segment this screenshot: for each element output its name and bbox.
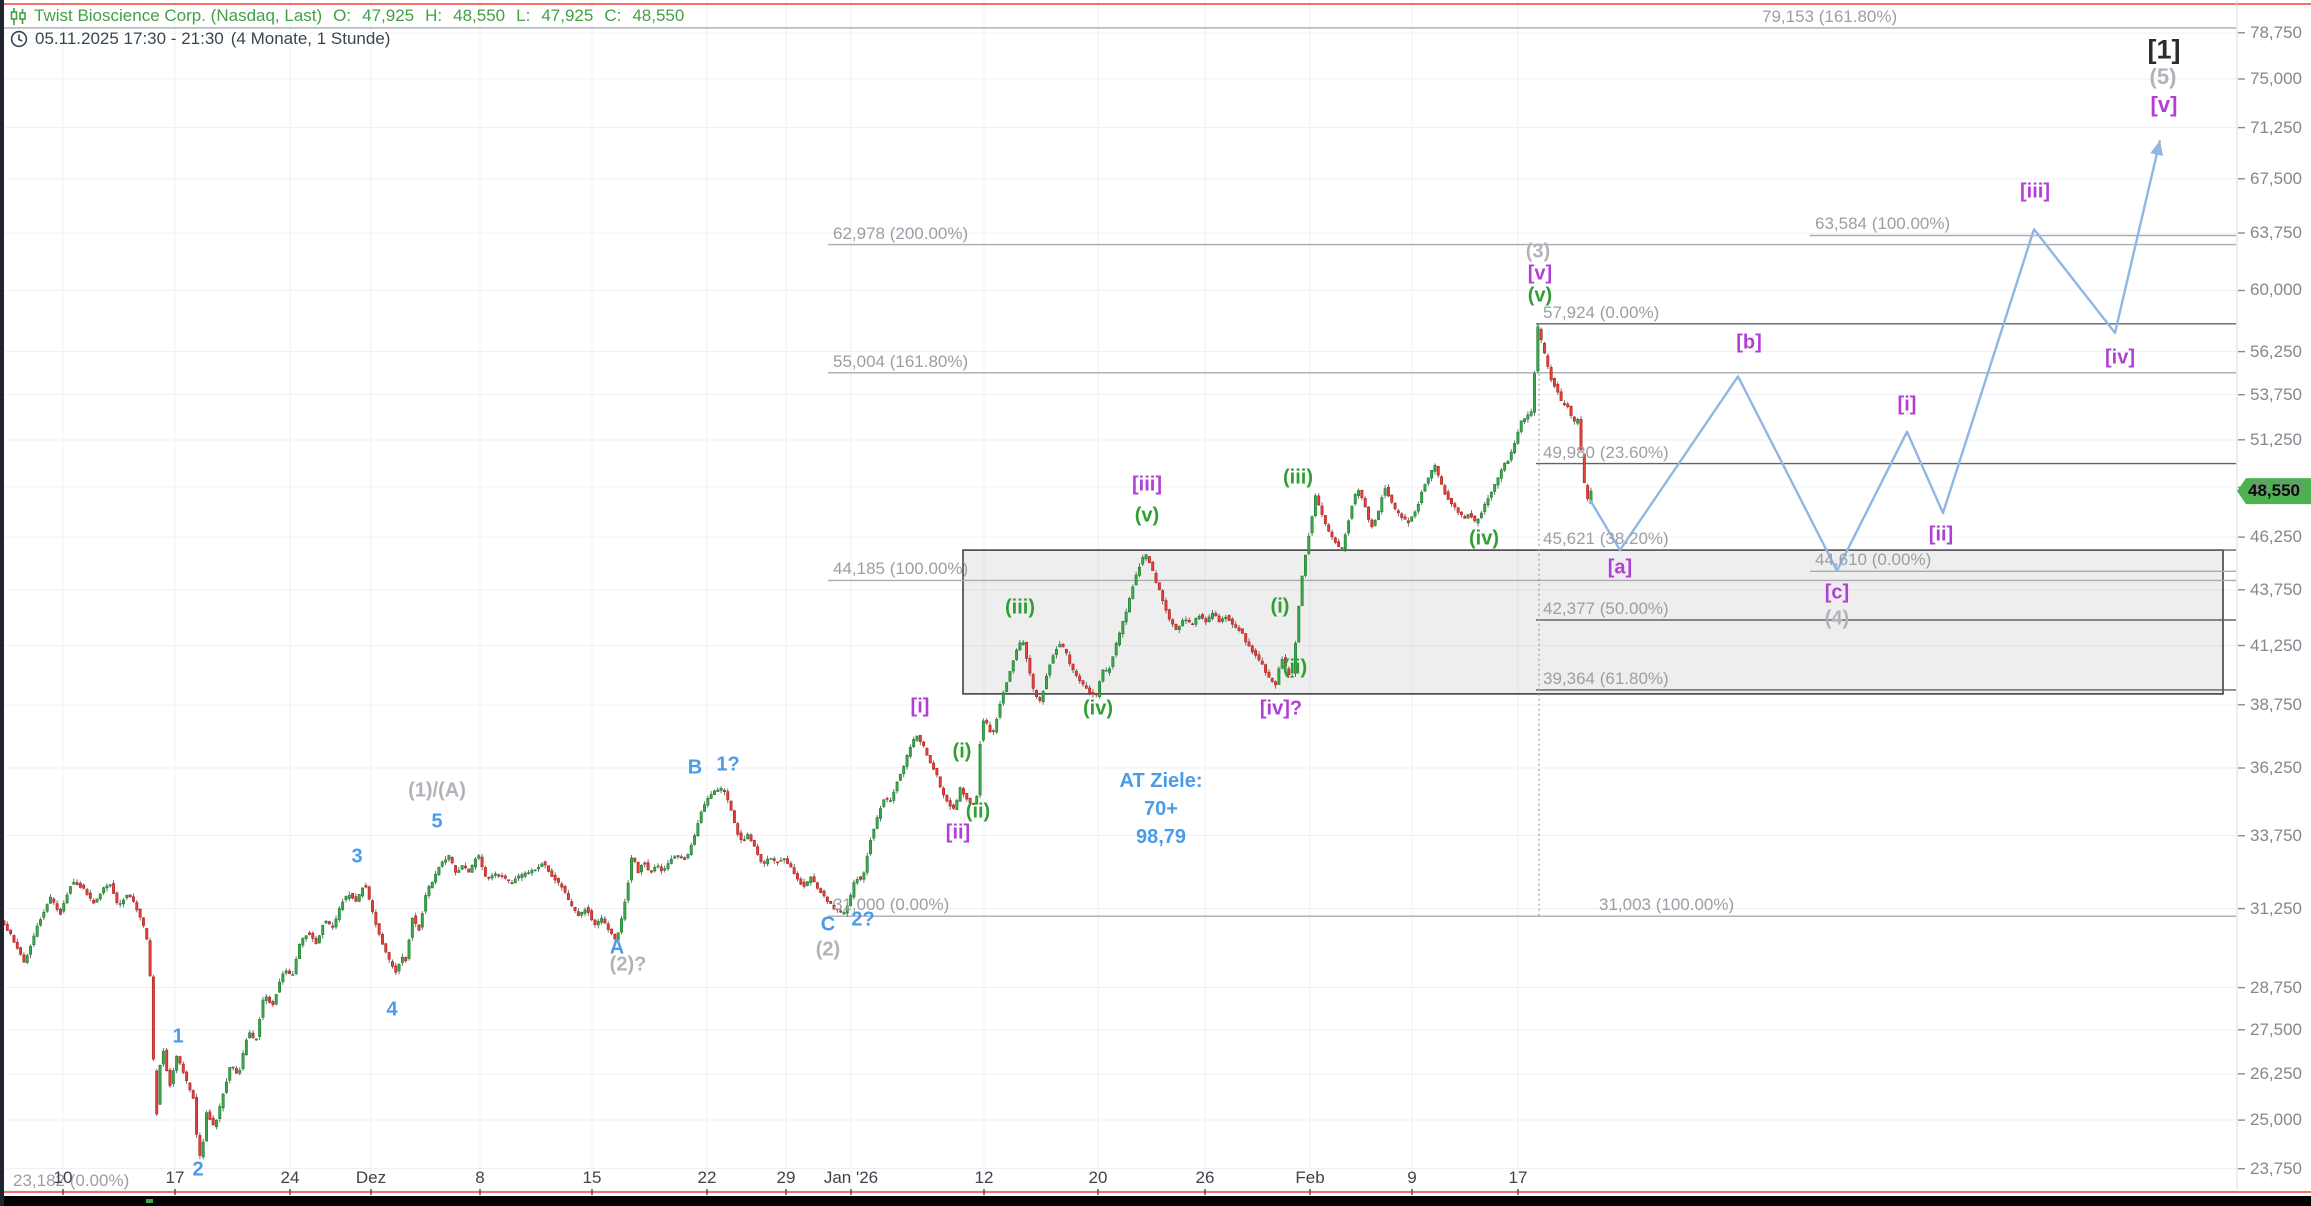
chart-datetime: 05.11.2025 17:30 - 21:30 xyxy=(35,29,224,49)
ohlc-open: 47,925 xyxy=(362,6,414,26)
scrollbar-marker xyxy=(146,1199,153,1203)
clock-icon xyxy=(10,30,28,48)
ohlc-high: 48,550 xyxy=(453,6,505,26)
last-price-badge-value: 48,550 xyxy=(2248,481,2300,501)
chart-range: (4 Monate, 1 Stunde) xyxy=(231,29,391,49)
bottom-scrollbar[interactable] xyxy=(0,1196,2311,1206)
symbol-header[interactable]: Twist Bioscience Corp. (Nasdaq, Last) O:… xyxy=(10,6,688,26)
target-note-line1: AT Ziele: xyxy=(1120,767,1203,795)
chart-root: 62,978 (200.00%)55,004 (161.80%)44,185 (… xyxy=(0,0,2311,1206)
ohlc-close-label: C: xyxy=(604,6,621,26)
projection-arrowhead xyxy=(2150,140,2163,156)
top-border-line xyxy=(0,3,2311,5)
left-edge-strip xyxy=(0,0,4,1206)
ohlc-low-label: L: xyxy=(516,6,530,26)
wave-projection-line[interactable] xyxy=(1590,140,2160,570)
ohlc-high-label: H: xyxy=(425,6,442,26)
target-note-line3: 98,79 xyxy=(1120,823,1203,851)
candlestick-chart-canvas[interactable] xyxy=(0,0,2311,1206)
date-range-header: 05.11.2025 17:30 - 21:30 (4 Monate, 1 St… xyxy=(10,29,390,49)
ohlc-open-label: O: xyxy=(333,6,351,26)
target-note-line2: 70+ xyxy=(1120,795,1203,823)
ohlc-low: 47,925 xyxy=(541,6,593,26)
ohlc-close: 48,550 xyxy=(632,6,684,26)
bottom-border-line xyxy=(0,1191,2311,1193)
symbol-name: Twist Bioscience Corp. (Nasdaq, Last) xyxy=(34,6,322,26)
candlestick-icon xyxy=(10,7,27,26)
candlestick-series[interactable] xyxy=(3,324,1592,1159)
price-target-note[interactable]: AT Ziele: 70+ 98,79 xyxy=(1120,767,1203,851)
